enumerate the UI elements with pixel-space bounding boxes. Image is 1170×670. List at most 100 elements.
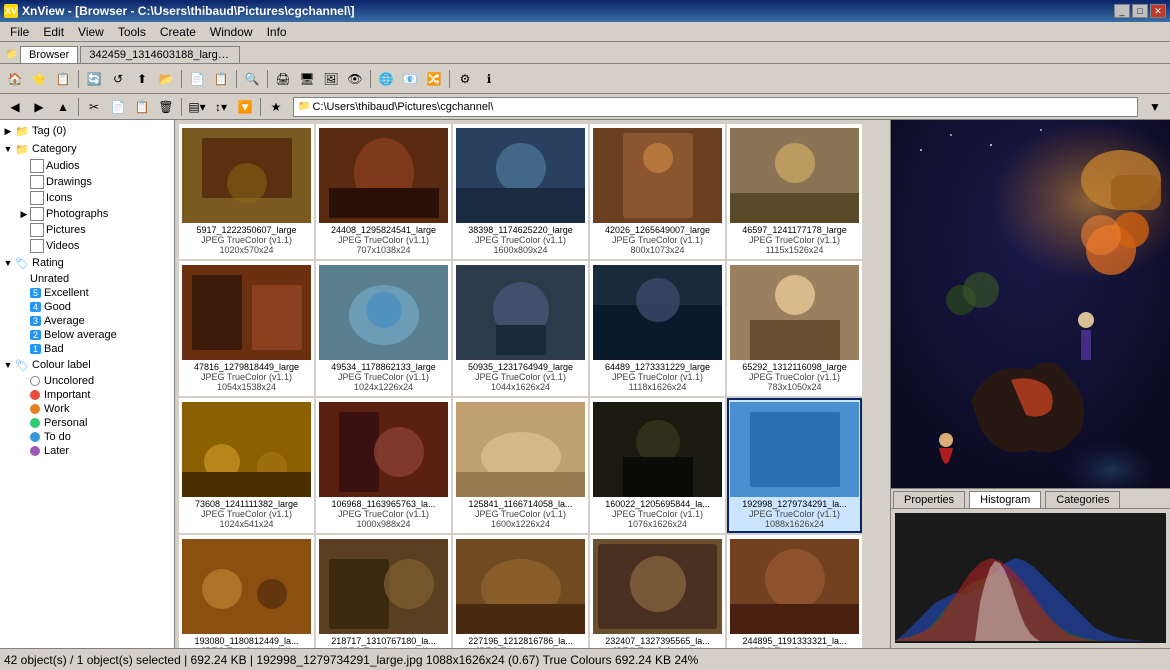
thumb-item[interactable]: 5917_1222350607_large JPEG TrueColor (v1… (179, 124, 314, 259)
thumb-item[interactable]: 232407_1327395565_la... JPEG TrueColor (… (590, 535, 725, 648)
cut-button[interactable]: ✂ (83, 96, 105, 118)
copy2-button[interactable]: 📄 (107, 96, 129, 118)
maximize-button[interactable]: □ (1132, 4, 1148, 18)
email-button[interactable]: 📧 (399, 68, 421, 90)
view-button[interactable]: 👁 (344, 68, 366, 90)
go-up-button[interactable]: ⬆ (131, 68, 153, 90)
icons-check[interactable] (30, 191, 44, 205)
move-button[interactable]: 📋 (210, 68, 232, 90)
screen-button[interactable]: 🖥 (296, 68, 318, 90)
sidebar-item-pictures[interactable]: Pictures (2, 222, 172, 238)
sidebar-item-excellent[interactable]: 5 Excellent (2, 286, 172, 300)
thumb-item[interactable]: 193080_1180812449_la... JPEG TrueColor (… (179, 535, 314, 648)
thumb-item-selected[interactable]: 192998_1279734291_la... JPEG TrueColor (… (727, 398, 862, 533)
thumb-item[interactable]: 49534_1178862133_large JPEG TrueColor (v… (316, 261, 451, 396)
minimize-button[interactable]: _ (1114, 4, 1130, 18)
sidebar-item-photographs[interactable]: ▶ Photographs (2, 206, 172, 222)
sidebar-item-good[interactable]: 4 Good (2, 300, 172, 314)
menu-tools[interactable]: Tools (112, 23, 152, 41)
sidebar-item-uncolored[interactable]: Uncolored (2, 374, 172, 388)
thumb-item[interactable]: 227196_1212816786_la... JPEG TrueColor (… (453, 535, 588, 648)
forward-button[interactable]: ▶ (28, 96, 50, 118)
refresh2-button[interactable]: ↺ (107, 68, 129, 90)
sidebar-item-audios[interactable]: Audios (2, 158, 172, 174)
sidebar-item-unrated[interactable]: Unrated (2, 272, 172, 286)
tab-categories[interactable]: Categories (1045, 491, 1120, 508)
tab-histogram[interactable]: Histogram (969, 491, 1041, 508)
convert-button[interactable]: 🔀 (423, 68, 445, 90)
sort-button[interactable]: ↕▾ (210, 96, 232, 118)
fav-star[interactable]: ★ (265, 96, 287, 118)
sidebar-item-colour-label[interactable]: ▼ 🏷 Colour label (2, 356, 172, 374)
thumb-item[interactable]: 244895_1191333321_la... JPEG TrueColor (… (727, 535, 862, 648)
address-input[interactable] (312, 101, 1133, 113)
new-tab-button[interactable]: 📁 (4, 45, 20, 63)
sidebar-item-drawings[interactable]: Drawings (2, 174, 172, 190)
sidebar-item-personal[interactable]: Personal (2, 416, 172, 430)
thumb-item[interactable]: 42026_1265649007_large JPEG TrueColor (v… (590, 124, 725, 259)
thumb-button[interactable]: 🖼 (320, 68, 342, 90)
sidebar-item-tag[interactable]: ▶ 📁 Tag (0) (2, 122, 172, 140)
delete-button[interactable]: 🗑 (155, 96, 177, 118)
thumb-item[interactable]: 65292_1312116098_large JPEG TrueColor (v… (727, 261, 862, 396)
thumb-item[interactable]: 50935_1231764949_large JPEG TrueColor (v… (453, 261, 588, 396)
sidebar-item-important[interactable]: Important (2, 388, 172, 402)
copy-button[interactable]: 📄 (186, 68, 208, 90)
sidebar-item-videos[interactable]: Videos (2, 238, 172, 254)
sidebar-item-later[interactable]: Later (2, 444, 172, 458)
close-button[interactable]: ✕ (1150, 4, 1166, 18)
refresh-button[interactable]: 🔄 (83, 68, 105, 90)
sidebar-item-icons[interactable]: Icons (2, 190, 172, 206)
filter-button[interactable]: 🔽 (234, 96, 256, 118)
tab-properties[interactable]: Properties (893, 491, 965, 508)
back-button[interactable]: ◀ (4, 96, 26, 118)
menu-edit[interactable]: Edit (37, 23, 70, 41)
thumb-size: 1020x570x24 (219, 245, 273, 255)
favorites-button[interactable]: ⭐ (28, 68, 50, 90)
photographs-check[interactable] (30, 207, 44, 221)
menu-window[interactable]: Window (204, 23, 259, 41)
tab-browser[interactable]: Browser (20, 46, 78, 63)
tab-image[interactable]: 342459_1314603188_large.jpg (80, 46, 240, 63)
menu-view[interactable]: View (72, 23, 110, 41)
thumb-item[interactable]: 218717_1310767180_la... JPEG TrueColor (… (316, 535, 451, 648)
search-button[interactable]: 🔍 (241, 68, 263, 90)
drawings-check[interactable] (30, 175, 44, 189)
thumb-item[interactable]: 24408_1295824541_large JPEG TrueColor (v… (316, 124, 451, 259)
menu-create[interactable]: Create (154, 23, 202, 41)
up-button[interactable]: ▲ (52, 96, 74, 118)
folder-button[interactable]: 📂 (155, 68, 177, 90)
view-select[interactable]: ▤▾ (186, 96, 208, 118)
sidebar-item-rating[interactable]: ▼ 🏷 Rating (2, 254, 172, 272)
paste-button[interactable]: 📋 (131, 96, 153, 118)
home-button[interactable]: 🏠 (4, 68, 26, 90)
menu-file[interactable]: File (4, 23, 35, 41)
thumb-item[interactable]: 64489_1273331229_large JPEG TrueColor (v… (590, 261, 725, 396)
info-button[interactable]: ℹ (478, 68, 500, 90)
sidebar-item-bad[interactable]: 1 Bad (2, 342, 172, 356)
audios-check[interactable] (30, 159, 44, 173)
print-button[interactable]: 🖨 (272, 68, 294, 90)
thumb-item[interactable]: 47816_1279818449_large JPEG TrueColor (v… (179, 261, 314, 396)
sidebar-item-todo[interactable]: To do (2, 430, 172, 444)
sidebar-item-below-average[interactable]: 2 Below average (2, 328, 172, 342)
thumb-name: 218717_1310767180_la... (331, 636, 436, 646)
thumb-item[interactable]: 46597_1241177178_large JPEG TrueColor (v… (727, 124, 862, 259)
thumb-item[interactable]: 38398_1174625220_large JPEG TrueColor (v… (453, 124, 588, 259)
thumb-item[interactable]: 125841_1166714058_la... JPEG TrueColor (… (453, 398, 588, 533)
menu-info[interactable]: Info (261, 23, 293, 41)
address-go[interactable]: ▼ (1144, 96, 1166, 118)
pictures-check[interactable] (30, 223, 44, 237)
thumb-name: 244895_1191333321_la... (743, 636, 847, 646)
sidebar-item-category[interactable]: ▼ 📁 Category (2, 140, 172, 158)
sidebar-item-work[interactable]: Work (2, 402, 172, 416)
prefs-button[interactable]: 📋 (52, 68, 74, 90)
settings-button[interactable]: ⚙ (454, 68, 476, 90)
network-button[interactable]: 🌐 (375, 68, 397, 90)
separator-8 (181, 98, 182, 116)
thumb-item[interactable]: 106968_1163965763_la... JPEG TrueColor (… (316, 398, 451, 533)
sidebar-item-average[interactable]: 3 Average (2, 314, 172, 328)
videos-check[interactable] (30, 239, 44, 253)
thumb-item[interactable]: 160022_1205695844_la... JPEG TrueColor (… (590, 398, 725, 533)
thumb-item[interactable]: 73608_1241111382_large JPEG TrueColor (v… (179, 398, 314, 533)
